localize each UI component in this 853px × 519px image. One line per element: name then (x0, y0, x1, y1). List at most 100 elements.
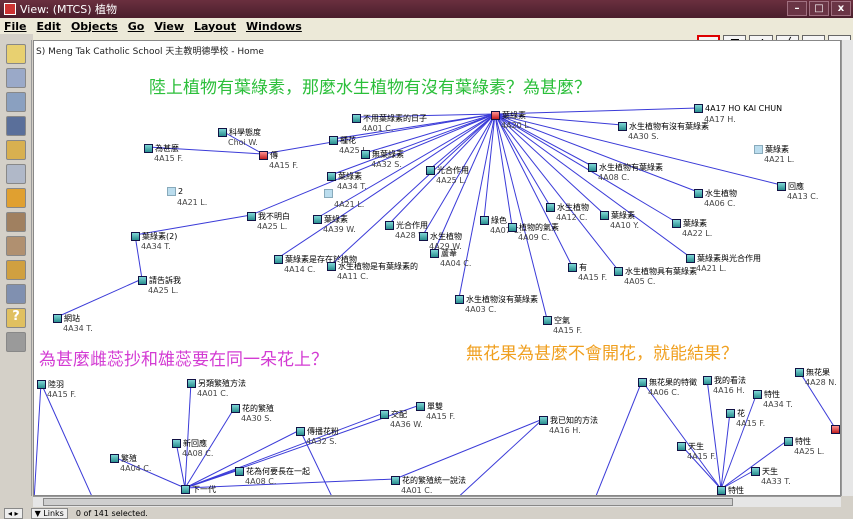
map-node[interactable]: 葉綠素 (600, 210, 635, 221)
menu-file[interactable]: File (4, 20, 27, 33)
book-icon[interactable] (6, 332, 26, 352)
map-node[interactable]: 我的看法 (703, 375, 746, 386)
map-node[interactable]: 水生植物有葉綠素 (588, 162, 663, 173)
close-button[interactable]: x (831, 1, 851, 16)
chart-icon[interactable] (6, 260, 26, 280)
menu-layout[interactable]: Layout (194, 20, 236, 33)
map-node[interactable]: 水生植物有沒有葉綠素 (618, 121, 709, 132)
map-node[interactable]: 傳播花粉 (296, 426, 339, 437)
menu-windows[interactable]: Windows (246, 20, 302, 33)
vertical-scrollbar[interactable] (841, 40, 853, 496)
menu-objects[interactable]: Objects (71, 20, 118, 33)
minimize-button[interactable]: – (787, 1, 807, 16)
map-node[interactable]: 有 (568, 262, 587, 273)
map-node[interactable]: 蘆葦 (430, 248, 457, 259)
map-node[interactable]: 繁殖 (110, 453, 137, 464)
map-node[interactable]: 水生植物 (694, 188, 737, 199)
map-node[interactable]: 傳 (259, 150, 278, 161)
horizontal-scroll-thumb[interactable] (43, 498, 733, 506)
note-icon (508, 223, 517, 232)
map-node[interactable]: 光合作用 (385, 220, 428, 231)
map-node[interactable]: 空氣 (543, 315, 570, 326)
help-icon[interactable]: ? (6, 308, 26, 328)
node-author: 4A01 C. (362, 124, 394, 133)
map-node[interactable]: 單雙 (416, 401, 443, 412)
maximize-button[interactable]: □ (809, 1, 829, 16)
horizontal-scrollbar[interactable] (33, 496, 841, 507)
map-node[interactable]: 綠色 (480, 215, 507, 226)
map-node[interactable] (324, 189, 335, 198)
map-node[interactable]: 花為何要長在一起 (235, 466, 310, 477)
map-node[interactable]: 4A17 HO KAI CHUN (694, 104, 782, 113)
pencil-tool-icon[interactable] (6, 44, 26, 64)
map-node[interactable]: 天生 (751, 466, 778, 477)
map-node[interactable]: 特性 (753, 389, 780, 400)
select-tool-icon[interactable] (6, 92, 26, 112)
eye-icon[interactable] (6, 188, 26, 208)
map-node[interactable]: 無 (831, 424, 840, 435)
node-label: 綠色 (491, 216, 507, 225)
menu-view[interactable]: View (154, 20, 184, 33)
view-canvas[interactable]: S) Meng Tak Catholic School 天主教明德學校 - Ho… (33, 40, 841, 496)
map-node[interactable]: 新回應 (172, 438, 207, 449)
map-node[interactable]: 2 (167, 187, 183, 196)
node-author: 4A04 C. (120, 464, 152, 473)
note-icon (717, 486, 726, 495)
map-node[interactable]: 花的繁殖統一說法 (391, 475, 466, 486)
note-icon (327, 172, 336, 181)
map-node[interactable]: 陸羽 (37, 379, 64, 390)
node-label: 單雙 (427, 402, 443, 411)
notes-icon[interactable] (6, 140, 26, 160)
map-node[interactable]: 交配 (380, 409, 407, 420)
zoom-arrows[interactable]: ◂ ▸ (4, 507, 23, 519)
map-node[interactable]: 水生植物 (546, 202, 589, 213)
map-node[interactable]: 回應 (777, 181, 804, 192)
map-node[interactable]: 水生植物沒有葉綠素 (455, 294, 538, 305)
link-tool-icon[interactable] (6, 68, 26, 88)
map-node[interactable]: 葉綠素 (491, 110, 526, 121)
map-node[interactable]: 葉綠素與光合作用 (686, 253, 761, 264)
note-icon (618, 122, 627, 131)
note-icon (703, 376, 712, 385)
note-icon (751, 467, 760, 476)
people-icon[interactable] (6, 212, 26, 232)
map-node[interactable]: 光合作用 (426, 165, 469, 176)
map-node[interactable]: 科學態度 (218, 127, 261, 138)
map-node[interactable]: 葉綠素 (672, 218, 707, 229)
map-node[interactable]: 水生植物 (419, 231, 462, 242)
map-node[interactable]: 花 (726, 408, 745, 419)
menu-edit[interactable]: Edit (37, 20, 61, 33)
map-node[interactable]: 請告訴我 (138, 275, 181, 286)
map-node[interactable]: 另類繁殖方法 (187, 378, 246, 389)
map-node[interactable]: 特性 (784, 436, 811, 447)
map-node[interactable]: 我已知的方法 (539, 415, 598, 426)
map-node[interactable]: 水生植物是有葉綠素的 (327, 261, 418, 272)
map-node[interactable]: 我不明白 (247, 211, 290, 222)
map-node[interactable]: 水生植物具有葉綠素 (614, 266, 697, 277)
map-node[interactable]: 葉綠素 (327, 171, 362, 182)
binoculars-icon[interactable] (6, 116, 26, 136)
map-node[interactable]: 花的繁殖 (231, 403, 274, 414)
map-node[interactable]: 特性 (717, 485, 744, 495)
map-node[interactable]: 無花果 (795, 367, 830, 378)
map-node[interactable]: 無葉綠素 (361, 149, 404, 160)
map-node[interactable]: 葉綠素 (313, 214, 348, 225)
map-node[interactable]: 無花果的特徵 (638, 377, 697, 388)
map-node[interactable]: 種花 (329, 135, 356, 146)
node-label: 我的看法 (714, 376, 746, 385)
map-node[interactable]: 天生 (677, 441, 704, 452)
menu-go[interactable]: Go (128, 20, 145, 33)
map-node[interactable]: 下一代 (181, 484, 216, 495)
scaffold-icon[interactable] (6, 236, 26, 256)
map-node[interactable]: 網站 (53, 313, 80, 324)
links-dropdown[interactable]: ▼ Links (30, 507, 68, 519)
map-node[interactable]: 不用葉綠素的日子 (352, 113, 427, 124)
window-title: View: (MTCS) 植物 (20, 3, 118, 16)
map-node[interactable]: 植物的氣素 (508, 222, 559, 233)
map-node[interactable]: 為甚麼 (144, 143, 179, 154)
node-label: 水生植物是有葉綠素的 (338, 262, 418, 271)
search-icon[interactable] (6, 164, 26, 184)
draw-icon[interactable] (6, 284, 26, 304)
map-node[interactable]: 葉綠素(2) (131, 231, 177, 242)
map-node[interactable]: 葉綠素 (754, 144, 789, 155)
